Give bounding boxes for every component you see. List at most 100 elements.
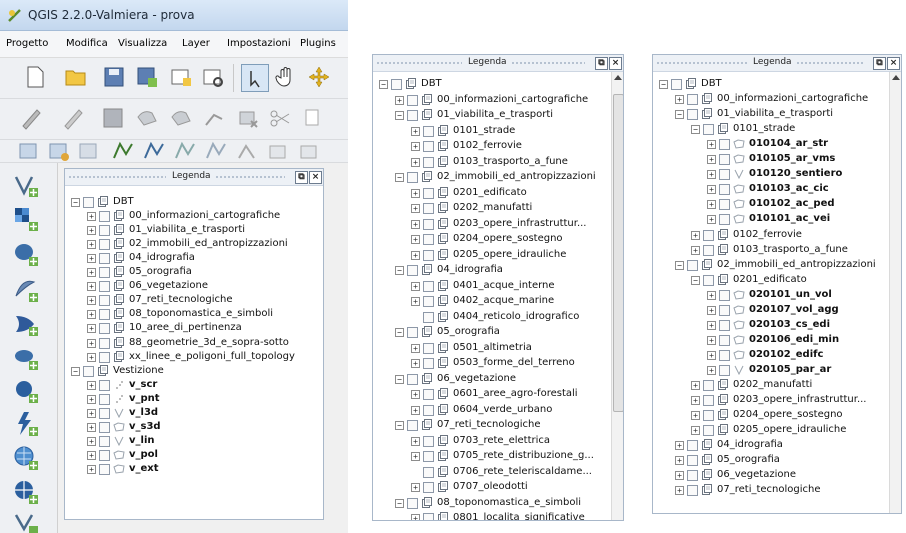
legend-item[interactable]: + v_scr: [65, 378, 309, 392]
add-wms-icon[interactable]: [234, 138, 260, 164]
layer-visibility-checkbox[interactable]: [719, 289, 730, 301]
expand-icon[interactable]: +: [707, 320, 716, 330]
layer-visibility-checkbox[interactable]: [703, 410, 714, 422]
legend-item[interactable]: + xx_linee_e_poligoni_full_topology: [65, 350, 309, 364]
legend-item[interactable]: − DBT: [373, 77, 609, 91]
legend-item[interactable]: +0102_ferrovie: [373, 139, 609, 153]
cut-features-icon[interactable]: [267, 105, 293, 131]
legend-item[interactable]: +020105_par_ar: [653, 363, 887, 377]
layer-visibility-checkbox[interactable]: [99, 351, 110, 363]
layer-visibility-checkbox[interactable]: [99, 379, 110, 391]
legend-item[interactable]: − Vestizione: [65, 364, 309, 378]
expand-icon[interactable]: +: [87, 422, 96, 432]
add-raster-icon[interactable]: [141, 138, 167, 164]
layer-visibility-checkbox[interactable]: [423, 249, 434, 261]
menu-impostazioni[interactable]: Impostazioni: [227, 38, 291, 49]
menu-progetto[interactable]: Progetto: [6, 38, 48, 49]
legend-item[interactable]: +00_informazioni_cartografiche: [653, 92, 887, 106]
legend-item[interactable]: − DBT: [653, 77, 887, 91]
expand-icon[interactable]: +: [411, 343, 420, 353]
collapse-icon[interactable]: −: [395, 266, 404, 275]
layer-visibility-checkbox[interactable]: [703, 395, 714, 407]
expand-icon[interactable]: +: [87, 338, 96, 348]
legend-item[interactable]: − 0101_strade: [653, 122, 887, 136]
expand-icon[interactable]: +: [411, 405, 420, 415]
expand-icon[interactable]: +: [87, 450, 96, 460]
layer-visibility-checkbox[interactable]: [423, 280, 434, 292]
add-wms-layer-icon[interactable]: [12, 410, 40, 438]
collapse-icon[interactable]: −: [395, 173, 404, 182]
add-layer-icon[interactable]: [16, 138, 42, 164]
expand-icon[interactable]: +: [707, 305, 716, 315]
layer-visibility-checkbox[interactable]: [719, 169, 730, 181]
expand-icon[interactable]: +: [411, 390, 420, 399]
layer-visibility-checkbox[interactable]: [423, 435, 434, 447]
expand-icon[interactable]: +: [707, 365, 716, 375]
collapse-icon[interactable]: −: [675, 260, 684, 270]
legend-item[interactable]: +00_informazioni_cartografiche: [65, 209, 309, 223]
touch-select-icon[interactable]: [241, 64, 269, 92]
expand-icon[interactable]: +: [411, 281, 420, 291]
collapse-icon[interactable]: −: [395, 111, 404, 120]
layer-visibility-checkbox[interactable]: [423, 389, 434, 400]
legend-item[interactable]: +00_informazioni_cartografiche: [373, 93, 609, 107]
add-spatialite-icon[interactable]: [203, 138, 229, 164]
layer-visibility-checkbox[interactable]: [423, 482, 434, 493]
layer-visibility-checkbox[interactable]: [423, 156, 434, 168]
legend-item[interactable]: +0601_aree_agro-forestali: [373, 387, 609, 401]
expand-icon[interactable]: +: [87, 240, 96, 250]
legend-item[interactable]: +05_orografia: [653, 453, 887, 467]
new-file-icon[interactable]: [22, 64, 48, 90]
layer-visibility-checkbox[interactable]: [719, 334, 730, 346]
legend-item[interactable]: + v_pnt: [65, 392, 309, 406]
expand-icon[interactable]: +: [87, 254, 96, 264]
legend-item[interactable]: − 08_toponomastica_e_simboli: [373, 496, 609, 510]
layer-visibility-checkbox[interactable]: [407, 327, 418, 338]
expand-icon[interactable]: +: [675, 456, 684, 466]
layer-visibility-checkbox[interactable]: [99, 407, 110, 419]
menu-plugins[interactable]: Plugins: [300, 38, 336, 49]
layer-props-icon[interactable]: [76, 138, 102, 164]
legend-item[interactable]: − DBT: [65, 195, 309, 209]
legend-item[interactable]: +10_aree_di_pertinenza: [65, 321, 309, 335]
layer-visibility-checkbox[interactable]: [703, 380, 714, 391]
legend-item[interactable]: +08_toponomastica_e_simboli: [65, 307, 309, 321]
expand-icon[interactable]: +: [87, 380, 96, 390]
layer-visibility-checkbox[interactable]: [423, 466, 434, 478]
layer-visibility-checkbox[interactable]: [719, 199, 730, 211]
menu-layer[interactable]: Layer: [182, 38, 210, 49]
legend-item[interactable]: +88_geometrie_3d_e_sopra-sotto: [65, 336, 309, 350]
add-delimited-icon[interactable]: [296, 138, 322, 164]
remove-layer-icon[interactable]: [46, 138, 72, 164]
legend-item[interactable]: +010105_ar_vms: [653, 152, 887, 166]
pan-to-selection-icon[interactable]: [306, 64, 332, 90]
legend-item[interactable]: − 07_reti_tecnologiche: [373, 418, 609, 432]
scroll-up-arrow-icon[interactable]: [614, 75, 622, 80]
layer-visibility-checkbox[interactable]: [99, 337, 110, 349]
expand-icon[interactable]: +: [411, 514, 420, 520]
legend-item[interactable]: +0203_opere_infrastruttur...: [373, 217, 609, 231]
legend-item[interactable]: +0204_opere_sostegno: [373, 232, 609, 246]
layer-visibility-checkbox[interactable]: [423, 141, 434, 152]
legend-item[interactable]: +0204_opere_sostegno: [653, 408, 887, 422]
expand-icon[interactable]: +: [675, 486, 684, 496]
collapse-icon[interactable]: −: [691, 125, 700, 135]
legend-scrollbar[interactable]: [889, 72, 901, 513]
layer-visibility-checkbox[interactable]: [687, 470, 698, 482]
layer-visibility-checkbox[interactable]: [407, 265, 418, 276]
legend-item[interactable]: − 0201_edificato: [653, 273, 887, 287]
legend-item[interactable]: +04_idrografia: [653, 438, 887, 452]
expand-icon[interactable]: +: [411, 359, 420, 368]
layer-visibility-checkbox[interactable]: [719, 139, 730, 151]
collapse-icon[interactable]: −: [395, 498, 404, 508]
layer-visibility-checkbox[interactable]: [719, 319, 730, 331]
legend-item[interactable]: +020102_edifc: [653, 348, 887, 362]
save-as-icon[interactable]: [134, 64, 160, 90]
layer-visibility-checkbox[interactable]: [99, 281, 110, 293]
layer-visibility-checkbox[interactable]: [703, 274, 714, 286]
expand-icon[interactable]: +: [707, 140, 716, 150]
expand-icon[interactable]: +: [87, 226, 96, 236]
expand-icon[interactable]: +: [691, 245, 700, 255]
expand-icon[interactable]: +: [707, 290, 716, 300]
legend-item[interactable]: + v_l3d: [65, 406, 309, 420]
